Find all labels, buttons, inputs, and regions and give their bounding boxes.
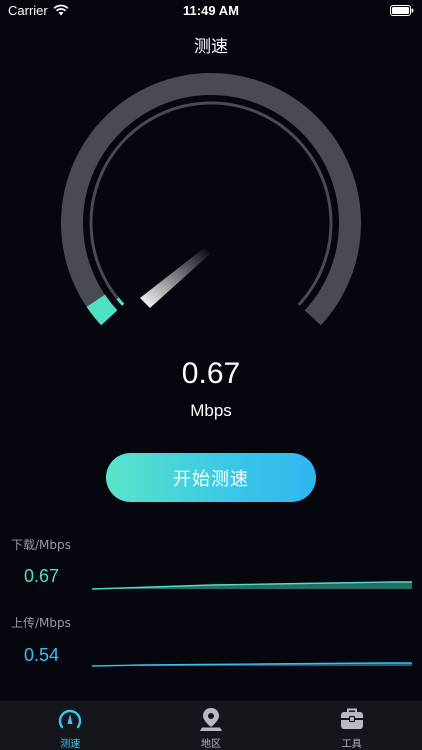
toolbox-icon — [340, 708, 363, 729]
tab-label: 测速 — [60, 739, 81, 750]
speedometer-icon — [59, 709, 82, 729]
start-test-button[interactable]: 开始测速 — [106, 453, 316, 502]
download-label: 下载/Mbps — [11, 538, 71, 552]
upload-value: 0.54 — [24, 645, 60, 665]
gauge-needle — [140, 248, 210, 308]
upload-label: 上传/Mbps — [11, 616, 71, 630]
gauge-inner-progress — [116, 297, 125, 306]
speed-gauge — [61, 73, 361, 326]
tab-speed-test[interactable]: 测速 — [0, 701, 141, 750]
tab-region[interactable]: 地区 — [141, 701, 282, 750]
gauge-outer-track — [61, 73, 361, 326]
tab-label: 工具 — [341, 739, 362, 750]
tab-tools[interactable]: 工具 — [281, 701, 422, 750]
map-pin-icon — [200, 708, 222, 731]
current-speed-unit: Mbps — [190, 401, 232, 420]
gauge-outer-progress — [86, 294, 118, 326]
download-trend-line — [92, 581, 412, 590]
current-speed-value: 0.67 — [181, 357, 241, 390]
download-value: 0.67 — [24, 566, 60, 586]
upload-trend-line — [92, 662, 412, 667]
tab-bar: 测速 地区 工具 — [0, 701, 422, 750]
speed-test-screen: Carrier 11:49 AM 测速 0.67 Mbps 开始测速 下载/Mb… — [0, 0, 422, 750]
tab-label: 地区 — [201, 739, 221, 750]
gauge-inner-ring — [89, 101, 333, 306]
